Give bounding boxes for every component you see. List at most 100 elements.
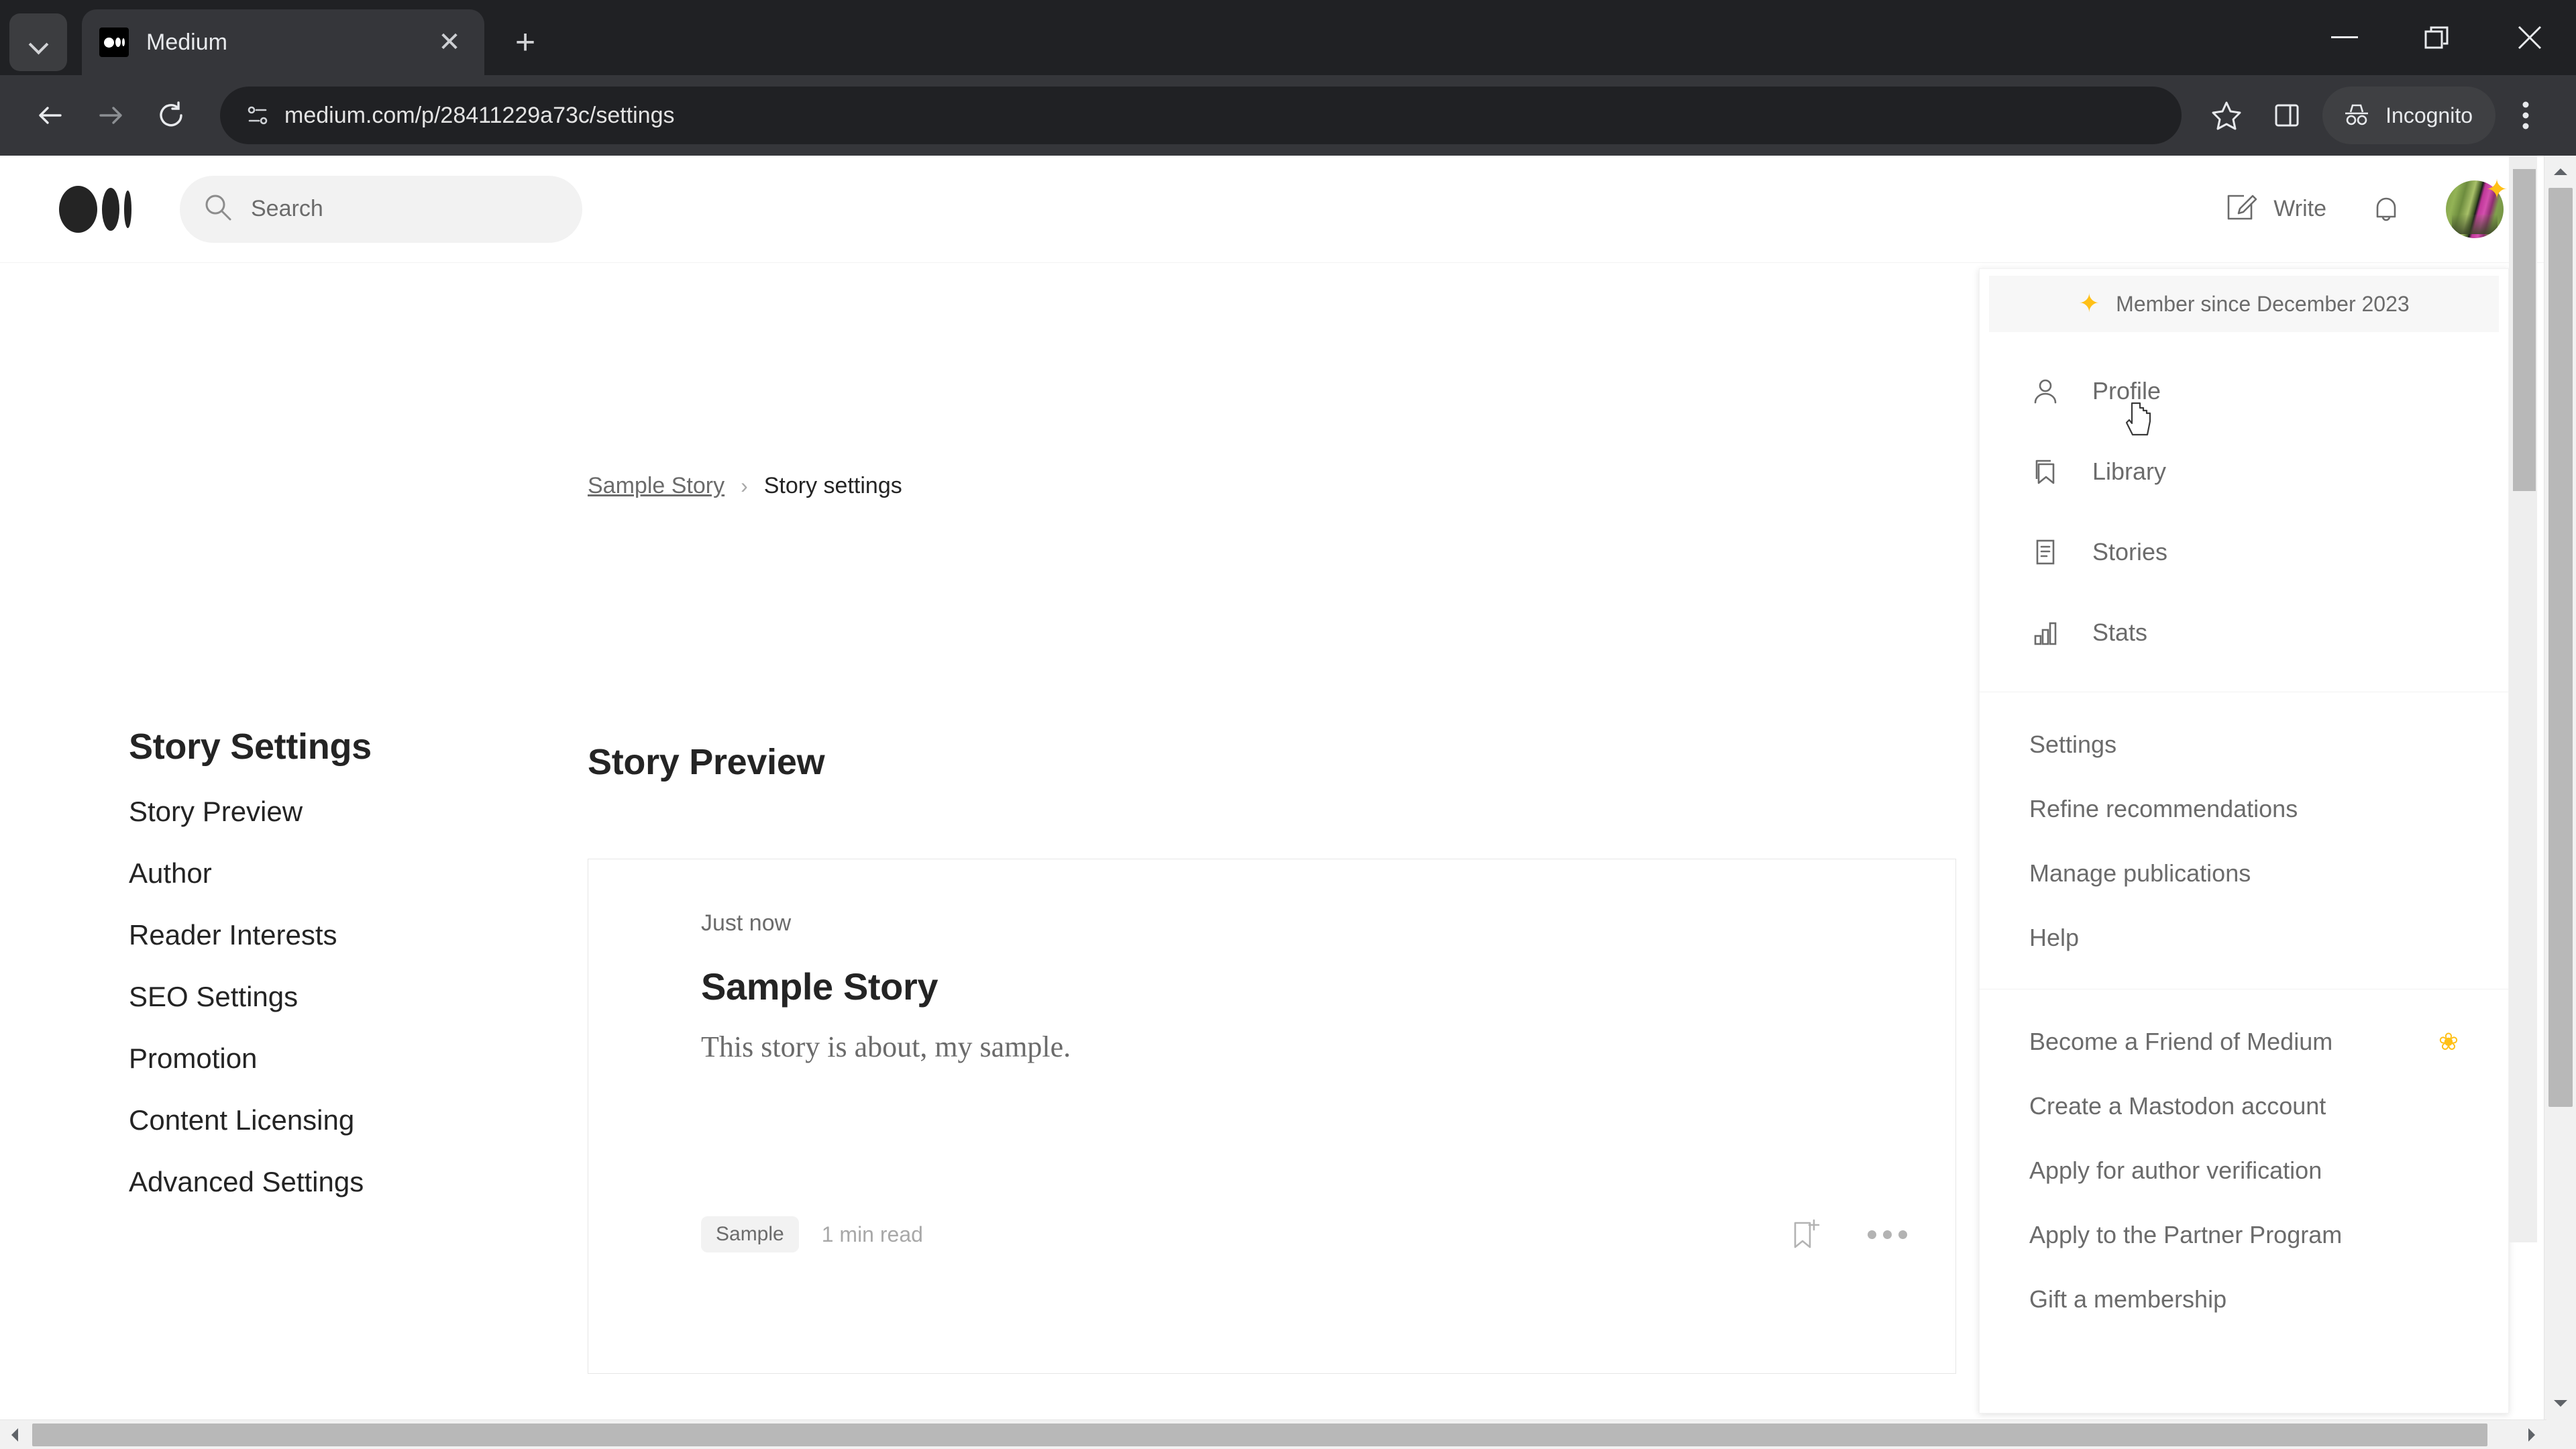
scroll-left-arrow-icon[interactable]	[0, 1420, 30, 1449]
menu-item-apply-author-verification[interactable]: Apply for author verification	[1980, 1138, 2508, 1203]
sidebar-item-seo-settings[interactable]: SEO Settings	[129, 981, 504, 1013]
document-icon	[2029, 536, 2061, 568]
search-placeholder: Search	[251, 196, 323, 221]
story-read-time: 1 min read	[821, 1222, 923, 1246]
reload-icon[interactable]	[141, 85, 201, 146]
maximize-restore-button[interactable]	[2391, 0, 2483, 75]
story-settings-sidebar: Story Settings Story Preview Author Read…	[129, 726, 504, 1228]
sidebar-item-story-preview[interactable]: Story Preview	[129, 796, 504, 828]
close-window-button[interactable]	[2483, 0, 2576, 75]
member-since-badge: ✦ Member since December 2023	[1989, 276, 2499, 332]
scroll-down-arrow-icon[interactable]	[2544, 1387, 2576, 1419]
breadcrumb-parent-link[interactable]: Sample Story	[588, 473, 724, 499]
dropdown-scrollbar-thumb[interactable]	[2513, 169, 2536, 491]
more-options-icon[interactable]	[1868, 1230, 1907, 1239]
dropdown-scrollbar[interactable]	[2509, 156, 2537, 1242]
member-star-badge: ✦	[2485, 174, 2508, 205]
star-icon[interactable]	[2196, 85, 2257, 146]
dropdown-tertiary-group: Become a Friend of Medium ❀ Create a Mas…	[1980, 995, 2508, 1345]
breadcrumb-current: Story settings	[763, 473, 902, 498]
sidebar-item-author[interactable]: Author	[129, 857, 504, 890]
menu-item-stories[interactable]: Stories	[1980, 512, 2508, 592]
new-tab-button[interactable]: +	[502, 19, 549, 66]
menu-item-settings[interactable]: Settings	[1980, 712, 2508, 777]
menu-item-become-friend-of-medium[interactable]: Become a Friend of Medium ❀	[1980, 1010, 2508, 1074]
medium-favicon	[99, 28, 129, 57]
menu-item-help[interactable]: Help	[1980, 906, 2508, 970]
page-scrollbar-thumb[interactable]	[2548, 188, 2573, 1107]
horizontal-scrollbar-thumb[interactable]	[32, 1424, 2487, 1446]
mouse-cursor	[2126, 402, 2151, 436]
menu-item-create-mastodon-account[interactable]: Create a Mastodon account	[1980, 1074, 2508, 1138]
write-pencil-icon	[2224, 189, 2259, 229]
scroll-right-arrow-icon[interactable]	[2517, 1420, 2546, 1449]
bookmark-add-icon[interactable]	[1787, 1216, 1823, 1252]
chevron-down-icon	[30, 38, 47, 48]
menu-item-label: Library	[2092, 458, 2167, 485]
medium-site-header: Search Write ✦	[0, 156, 2544, 263]
person-icon	[2029, 375, 2061, 407]
bar-chart-icon	[2029, 616, 2061, 649]
url-text: medium.com/p/28411229a73c/settings	[284, 102, 675, 128]
window-controls	[2298, 0, 2576, 75]
menu-item-apply-partner-program[interactable]: Apply to the Partner Program	[1980, 1203, 2508, 1267]
avatar[interactable]: ✦	[2446, 176, 2508, 238]
story-card-footer: Sample 1 min read	[701, 1216, 1907, 1252]
story-title: Sample Story	[701, 965, 938, 1008]
story-timestamp: Just now	[701, 910, 792, 936]
write-button[interactable]: Write	[2224, 189, 2326, 229]
dropdown-primary-group: Profile Library Stories Stats	[1980, 332, 2508, 686]
menu-item-gift-membership[interactable]: Gift a membership	[1980, 1267, 2508, 1332]
menu-item-label: Stories	[2092, 538, 2168, 566]
sidebar-title: Story Settings	[129, 727, 372, 767]
menu-item-profile[interactable]: Profile	[1980, 351, 2508, 431]
minimize-button[interactable]	[2298, 0, 2391, 75]
scroll-up-arrow-icon[interactable]	[2544, 156, 2576, 188]
forward-arrow-icon[interactable]	[80, 85, 141, 146]
header-actions: Write ✦	[2224, 176, 2508, 238]
incognito-indicator[interactable]: Incognito	[2322, 87, 2496, 144]
address-bar[interactable]: medium.com/p/28411229a73c/settings	[220, 87, 2182, 144]
sidebar-item-content-licensing[interactable]: Content Licensing	[129, 1104, 504, 1136]
sidebar-item-reader-interests[interactable]: Reader Interests	[129, 919, 504, 951]
menu-item-stats[interactable]: Stats	[1980, 592, 2508, 673]
close-tab-button[interactable]: ✕	[432, 25, 467, 60]
account-dropdown-menu: ✦ Member since December 2023 Profile Lib…	[1979, 268, 2509, 1413]
search-icon	[203, 192, 233, 226]
three-dot-menu-icon[interactable]	[2496, 85, 2556, 146]
menu-item-manage-publications[interactable]: Manage publications	[1980, 841, 2508, 906]
sidebar-item-promotion[interactable]: Promotion	[129, 1042, 504, 1075]
page-horizontal-scrollbar[interactable]	[0, 1419, 2576, 1449]
scrollbar-corner	[2546, 1419, 2576, 1449]
sidebar-item-advanced-settings[interactable]: Advanced Settings	[129, 1166, 504, 1198]
incognito-label: Incognito	[2385, 103, 2473, 127]
browser-window: Medium ✕ + medium.com/p/28411229a73c/set…	[0, 0, 2576, 1449]
page-vertical-scrollbar[interactable]	[2544, 156, 2576, 1419]
friend-badge-icon: ❀	[2438, 1028, 2459, 1055]
page-title: Story Preview	[588, 742, 825, 782]
story-subtitle: This story is about, my sample.	[701, 1030, 1071, 1063]
breadcrumb: Sample Story › Story settings	[588, 473, 902, 499]
menu-item-label: Stats	[2092, 619, 2148, 646]
story-tag[interactable]: Sample	[701, 1216, 799, 1252]
page-info-icon[interactable]	[239, 97, 276, 134]
menu-item-library[interactable]: Library	[1980, 431, 2508, 512]
member-since-text: Member since December 2023	[2116, 291, 2410, 316]
bell-icon[interactable]	[2368, 191, 2404, 227]
search-input[interactable]: Search	[180, 175, 582, 243]
story-preview-card: Just now Sample Story This story is abou…	[588, 859, 1956, 1374]
member-star-icon: ✦	[2078, 290, 2100, 318]
menu-item-label: Become a Friend of Medium	[2029, 1028, 2333, 1055]
back-arrow-icon[interactable]	[20, 85, 80, 146]
incognito-icon	[2341, 101, 2372, 129]
browser-toolbar: medium.com/p/28411229a73c/settings Incog…	[0, 75, 2576, 156]
dropdown-secondary-group: Settings Refine recommendations Manage p…	[1980, 698, 2508, 983]
tab-title: Medium	[146, 29, 227, 55]
menu-item-refine-recommendations[interactable]: Refine recommendations	[1980, 777, 2508, 841]
side-panel-icon[interactable]	[2257, 85, 2317, 146]
browser-tab[interactable]: Medium ✕	[82, 9, 484, 75]
write-label: Write	[2273, 196, 2326, 221]
bookmark-icon	[2029, 455, 2061, 488]
tab-search-button[interactable]	[9, 13, 67, 71]
medium-logo[interactable]	[59, 185, 131, 233]
